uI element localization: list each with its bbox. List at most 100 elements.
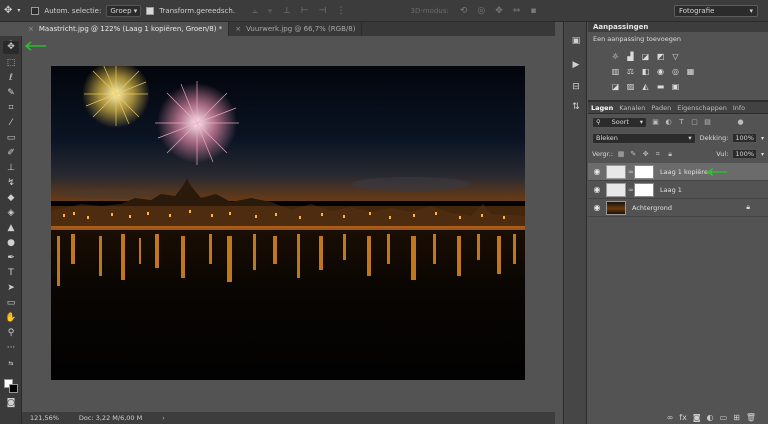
layer-name[interactable]: Laag 1 kopiëren (660, 168, 712, 176)
distribute-icon[interactable]: ⋮ (336, 6, 345, 16)
dodge-tool-icon[interactable]: ● (3, 237, 19, 250)
threshold-icon[interactable]: ◭ (640, 82, 651, 91)
tab-info[interactable]: Info (730, 104, 748, 112)
auto-select-checkbox[interactable] (31, 6, 40, 15)
align-center-icon[interactable]: ⊣ (319, 6, 327, 16)
hue-saturation-icon[interactable]: ▥ (610, 67, 621, 76)
crop-tool-icon[interactable]: ⌗ (3, 102, 19, 115)
paint-bucket-tool-icon[interactable]: ◈ (3, 207, 19, 220)
filter-smart-icon[interactable]: ▤ (703, 118, 712, 127)
zoom-tool-icon[interactable]: ⚲ (3, 327, 19, 340)
orbit-3d-icon[interactable]: ⟲ (460, 6, 468, 16)
path-select-tool-icon[interactable]: ➤ (3, 282, 19, 295)
lock-all-icon[interactable]: 🔒︎ (666, 150, 674, 159)
group-folder-icon[interactable]: ▭ (720, 413, 728, 422)
lock-brush-icon[interactable]: ✎ (629, 150, 637, 159)
quick-select-tool-icon[interactable]: ✎ (3, 87, 19, 100)
chevron-down-icon[interactable]: ▾ (761, 151, 764, 158)
actions-panel-icon[interactable]: ▶ (570, 60, 582, 72)
tab-eigenschappen[interactable]: Eigenschappen (674, 104, 730, 112)
filter-adjust-icon[interactable]: ◐ (664, 118, 673, 127)
levels-icon[interactable]: ▟ (625, 52, 636, 61)
history-panel-icon[interactable]: ▣ (570, 36, 582, 48)
filter-kind-dropdown[interactable]: ⚲ Soort ▾ (592, 116, 647, 128)
align-bottom-icon[interactable]: ⊥ (283, 6, 291, 16)
new-layer-icon[interactable]: ⊞ (733, 413, 740, 422)
workspace-switcher[interactable]: Fotografie ▾ (674, 5, 758, 17)
eraser-tool-icon[interactable]: ◆ (3, 192, 19, 205)
exposure-icon[interactable]: ◩ (655, 52, 666, 61)
eye-icon[interactable]: ◉ (588, 203, 606, 212)
layer-name[interactable]: Achtergrond (632, 204, 672, 212)
pen-tool-icon[interactable]: ✒ (3, 252, 19, 265)
vibrance-icon[interactable]: ▽ (670, 52, 681, 61)
stamp-tool-icon[interactable]: ⊥ (3, 162, 19, 175)
curves-icon[interactable]: ◪ (640, 52, 651, 61)
eye-icon[interactable]: ◉ (588, 167, 606, 176)
adjustments-title[interactable]: Aanpassingen (588, 22, 768, 32)
properties-panel-icon[interactable]: ⊟ (570, 82, 582, 94)
invert-icon[interactable]: ◪ (610, 82, 621, 91)
chevron-down-icon[interactable]: ▾ (17, 7, 20, 14)
layer-mask-thumbnail[interactable] (634, 164, 654, 179)
tab-vuurwerk[interactable]: × Vuurwerk.jpg @ 66,7% (RGB/8) (229, 22, 363, 36)
move-tool-icon[interactable]: ✥ (4, 5, 12, 16)
align-middle-icon[interactable]: ⫟ (267, 6, 272, 16)
layer-row[interactable]: ◉ Achtergrond 🔒︎ (588, 199, 768, 217)
layer-mask-thumbnail[interactable] (634, 182, 654, 197)
tab-maastricht[interactable]: × Maastricht.jpg @ 122% (Laag 1 kopiëren… (22, 22, 230, 36)
scale-3d-icon[interactable]: ▪ (530, 6, 536, 16)
gradient-map-icon[interactable]: ▬ (655, 82, 666, 91)
tab-kanalen[interactable]: Kanalen (616, 104, 648, 112)
transform-controls-checkbox[interactable] (146, 6, 155, 15)
fill-value[interactable]: 100% (732, 149, 758, 159)
black-white-icon[interactable]: ◧ (640, 67, 651, 76)
filter-toggle-icon[interactable]: ● (736, 118, 745, 127)
quick-mask-icon[interactable]: ◙ (3, 397, 19, 410)
add-mask-icon[interactable]: ◙ (693, 413, 701, 422)
adjust-panel-icon[interactable]: ⇅ (570, 102, 582, 114)
eyedropper-tool-icon[interactable]: ⁄ (3, 117, 19, 130)
document-canvas[interactable] (51, 66, 525, 380)
filter-shape-icon[interactable]: ▢ (690, 118, 699, 127)
blend-mode-dropdown[interactable]: Bleken ▾ (592, 132, 696, 144)
layer-row[interactable]: ◉ ∞ Laag 1 (588, 181, 768, 199)
swap-colors-icon[interactable]: ⇆ (3, 357, 19, 370)
roll-3d-icon[interactable]: ◎ (477, 6, 485, 16)
trash-icon[interactable]: 🗑︎ (746, 413, 756, 422)
tab-paden[interactable]: Paden (648, 104, 674, 112)
type-tool-icon[interactable]: T (3, 267, 19, 280)
adjustment-layer-icon[interactable]: ◐ (707, 413, 714, 422)
layer-row[interactable]: ◉ ∞ Laag 1 kopiëren (588, 163, 768, 181)
filter-type-icon[interactable]: T (677, 118, 686, 127)
selective-color-icon[interactable]: ▣ (670, 82, 681, 91)
rectangle-tool-icon[interactable]: ▭ (3, 297, 19, 310)
chevron-right-icon[interactable]: › (162, 414, 165, 422)
lasso-tool-icon[interactable]: ℓ (3, 72, 19, 85)
chevron-down-icon[interactable]: ▾ (761, 135, 764, 142)
color-lookup-icon[interactable]: ▦ (685, 67, 696, 76)
brush-tool-icon[interactable]: ✐ (3, 147, 19, 160)
align-left-icon[interactable]: ⊢ (301, 6, 309, 16)
hand-tool-icon[interactable]: ✋ (3, 312, 19, 325)
pan-3d-icon[interactable]: ✥ (495, 6, 503, 16)
slide-3d-icon[interactable]: ⇔ (513, 6, 521, 16)
opacity-value[interactable]: 100% (732, 133, 757, 143)
filter-pixel-icon[interactable]: ▣ (651, 118, 660, 127)
color-balance-icon[interactable]: ⚖ (625, 67, 636, 76)
more-tools-icon[interactable]: ··· (3, 342, 19, 355)
close-icon[interactable]: × (28, 25, 34, 33)
lock-move-icon[interactable]: ✥ (642, 150, 650, 159)
move-tool-icon[interactable]: ✥ (3, 41, 19, 54)
close-icon[interactable]: × (235, 25, 241, 33)
fx-icon[interactable]: fx (679, 413, 687, 422)
layer-name[interactable]: Laag 1 (660, 186, 682, 194)
link-layers-icon[interactable]: ∞ (667, 413, 674, 422)
eye-icon[interactable]: ◉ (588, 185, 606, 194)
align-top-icon[interactable]: ⫠ (252, 6, 257, 16)
photo-filter-icon[interactable]: ◉ (655, 67, 666, 76)
tab-lagen[interactable]: Lagen (588, 104, 616, 112)
brightness-icon[interactable]: ☼ (610, 52, 621, 61)
marquee-tool-icon[interactable]: ⬚ (3, 57, 19, 70)
background-color-swatch[interactable] (9, 384, 18, 393)
